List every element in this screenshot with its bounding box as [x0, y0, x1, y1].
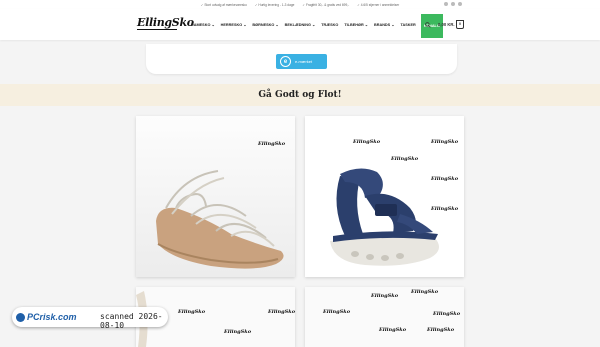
pcrisk-logo-text: PCrisk.com [27, 312, 77, 322]
nav-bornesko[interactable]: BØRNESKO ⌄ [251, 22, 279, 27]
product-card[interactable]: EllingSko EllingSko EllingSko EllingSko … [305, 287, 464, 347]
watermark-logo: EllingSko [433, 311, 461, 317]
social-links [444, 2, 462, 6]
emaerket-label: e-mærket [295, 59, 313, 64]
scan-stamp: PCrisk.com scanned 2026-08-10 [12, 307, 168, 330]
nav-beklaedning[interactable]: BEKLÆDNING ⌄ [284, 22, 317, 27]
main-nav: DAMESKO ⌄ HERRESKO ⌄ BØRNESKO ⌄ BEKLÆDNI… [190, 9, 443, 40]
watermark-logo: EllingSko [323, 309, 351, 315]
site-header: EllingSko DAMESKO ⌄ HERRESKO ⌄ BØRNESKO … [0, 9, 600, 40]
pcrisk-logo: PCrisk.com [16, 310, 88, 324]
cart-icon[interactable]: 0 [456, 20, 464, 29]
watermark-logo: EllingSko [411, 289, 439, 295]
usp-item: ✓ Hurtig levering - 1-3 dage [254, 2, 295, 7]
promo-banner: Gå Godt og Flot! [0, 84, 600, 106]
emaerket-e-icon: e [280, 56, 291, 67]
watermark-logo: EllingSko [379, 327, 407, 333]
sandal-image [156, 170, 284, 269]
nav-herresko[interactable]: HERRESKO ⌄ [220, 22, 248, 27]
sandal-image [330, 168, 439, 266]
email-icon[interactable] [458, 2, 462, 6]
banner-title: Gå Godt og Flot! [258, 90, 342, 100]
nav-damesko[interactable]: DAMESKO ⌄ [190, 22, 216, 27]
usp-item: ✓ 4.6/5 stjerner i anmeldelser [357, 2, 400, 7]
usp-item: ✓ Stort udvalg af mærkevaresko [200, 2, 247, 7]
nav-brands[interactable]: BRANDS ⌄ [373, 22, 395, 27]
scan-date: scanned 2026-08-10 [100, 312, 163, 330]
pcrisk-logo-icon [16, 312, 25, 322]
emaerket-badge[interactable]: e e-mærket [276, 54, 327, 69]
usp-item: ✓ Fragtfrit 30,- & gratis ved 699,- [302, 2, 350, 7]
facebook-icon[interactable] [444, 2, 448, 6]
search-icon[interactable] [425, 22, 431, 28]
trust-section: e e-mærket [146, 44, 457, 74]
logo-underline [137, 29, 177, 30]
instagram-icon[interactable] [451, 2, 455, 6]
watermark-logo: EllingSko [427, 327, 455, 333]
nav-traesko[interactable]: TRÆSKO [320, 23, 339, 27]
nav-tasker[interactable]: TASKER [399, 23, 416, 27]
nav-tilbehor[interactable]: TILBEHØR ⌄ [343, 22, 369, 27]
product-card[interactable]: EllingSko [136, 116, 295, 277]
top-usp-bar: ✓ Stort udvalg af mærkevaresko ✓ Hurtig … [0, 0, 600, 9]
product-card[interactable]: EllingSko EllingSko EllingSko EllingSko … [305, 116, 464, 277]
watermark-logo: EllingSko [371, 293, 399, 299]
site-logo[interactable]: EllingSko [137, 16, 194, 29]
cart-total[interactable]: 0,00 KR. [438, 22, 455, 27]
